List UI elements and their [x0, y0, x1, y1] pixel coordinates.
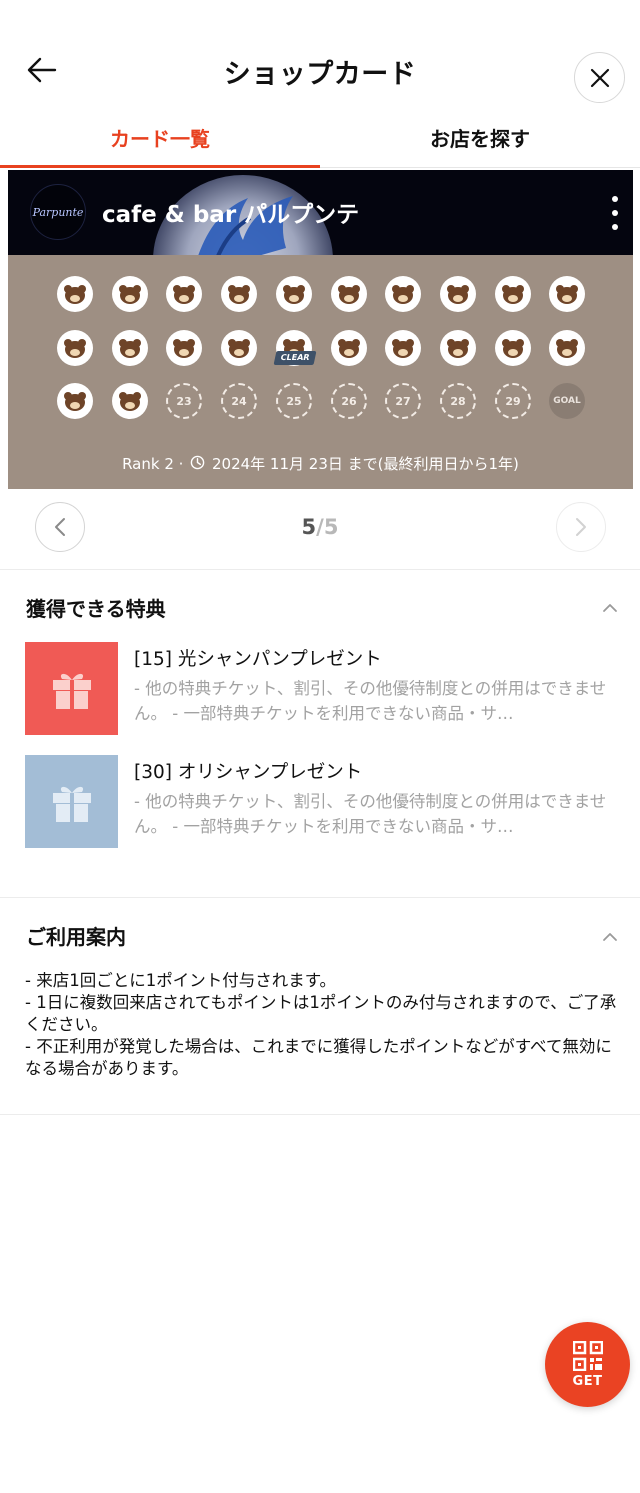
- stamp-filled: [112, 330, 148, 366]
- page-title: ショップカード: [223, 59, 417, 90]
- gift-icon: [52, 673, 91, 709]
- bear-icon: [119, 391, 141, 411]
- page-indicator: 5/5: [0, 515, 640, 539]
- guide-title: ご利用案内: [26, 925, 126, 949]
- get-label: GET: [572, 1373, 603, 1389]
- next-card-button[interactable]: [556, 502, 606, 552]
- rank-label: Rank 2 ·: [122, 455, 184, 473]
- stamp-filled: [549, 276, 585, 312]
- benefit-description: - 他の特典チケット、割引、その他優待制度との併用はできません。 - 一部特典チ…: [134, 792, 607, 836]
- bear-icon: [173, 338, 195, 358]
- bear-icon: [64, 284, 86, 304]
- benefit-item[interactable]: [15] 光シャンパンプレゼント - 他の特典チケット、割引、その他優待制度との…: [25, 642, 615, 735]
- clock-icon: [190, 455, 205, 470]
- stamp-filled: [221, 330, 257, 366]
- stamp-empty: 28: [440, 383, 476, 419]
- bear-icon: [502, 284, 524, 304]
- stamp-filled: [276, 276, 312, 312]
- benefits-title: 獲得できる特典: [26, 597, 166, 621]
- guide-text: - 来店1回ごとに1ポイント付与されます。 - 1日に複数回来店されてもポイント…: [25, 970, 617, 1080]
- stamp-filled: [57, 330, 93, 366]
- tab-card-list[interactable]: カード一覧: [0, 110, 320, 168]
- stamp-empty: 24: [221, 383, 257, 419]
- qr-code-icon: [572, 1340, 603, 1371]
- stamp-filled: [112, 383, 148, 419]
- stamp-filled: [385, 276, 421, 312]
- total-pages: /5: [316, 515, 339, 539]
- bear-icon: [64, 338, 86, 358]
- bear-icon: [338, 284, 360, 304]
- benefit-thumbnail: [25, 755, 118, 848]
- stamp-filled: [166, 330, 202, 366]
- divider: [0, 897, 640, 898]
- bear-icon: [447, 284, 469, 304]
- benefit-item[interactable]: [30] オリシャンプレゼント - 他の特典チケット、割引、その他優待制度との併…: [25, 755, 615, 848]
- shop-card[interactable]: Parpunte cafe & bar パルプンテ 23 24 25 26 27 28 29…: [8, 170, 633, 489]
- bear-icon: [283, 284, 305, 304]
- guide-line: - 不正利用が発覚した場合は、これまでに獲得したポイントなどがすべて無効になる場…: [25, 1037, 612, 1078]
- bear-icon: [338, 338, 360, 358]
- divider: [0, 1114, 640, 1115]
- benefit-title: [15] 光シャンパンプレゼント: [134, 649, 382, 670]
- close-button[interactable]: [574, 52, 625, 103]
- bear-icon: [392, 284, 414, 304]
- stamp-filled: [331, 276, 367, 312]
- clear-badge: CLEAR: [273, 351, 317, 365]
- bear-icon: [447, 338, 469, 358]
- stamp-filled: [57, 276, 93, 312]
- tab-bar: カード一覧 お店を探す: [0, 110, 640, 168]
- stamp-filled: [549, 330, 585, 366]
- stamp-goal: GOAL: [549, 383, 585, 419]
- stamp-empty: 25: [276, 383, 312, 419]
- stamp-filled: [57, 383, 93, 419]
- bear-icon: [64, 391, 86, 411]
- stamp-filled: [495, 330, 531, 366]
- bear-icon: [119, 284, 141, 304]
- stamp-filled: [221, 276, 257, 312]
- stamp-empty: 23: [166, 383, 202, 419]
- stamp-empty: 26: [331, 383, 367, 419]
- stamp-filled: [495, 276, 531, 312]
- bear-icon: [392, 338, 414, 358]
- chevron-up-icon[interactable]: [602, 603, 618, 613]
- stamp-filled: [331, 330, 367, 366]
- stamp-filled: [385, 330, 421, 366]
- expiry-date: 2024年 11月 23日 まで(最終利用日から1年): [211, 455, 519, 473]
- divider: [0, 569, 640, 570]
- app-header: ショップカード: [0, 0, 640, 110]
- chevron-right-icon: [576, 518, 586, 536]
- current-page: 5: [301, 515, 317, 539]
- bear-icon: [119, 338, 141, 358]
- bear-icon: [556, 338, 578, 358]
- bear-icon: [502, 338, 524, 358]
- stamp-filled: [166, 276, 202, 312]
- close-icon: [590, 68, 609, 87]
- benefit-thumbnail: [25, 642, 118, 735]
- bear-icon: [228, 338, 250, 358]
- gift-icon: [52, 786, 91, 822]
- benefit-description: - 他の特典チケット、割引、その他優待制度との併用はできません。 - 一部特典チ…: [134, 679, 607, 723]
- get-stamp-button[interactable]: GET: [545, 1322, 630, 1407]
- rank-expiry: Rank 2 · 2024年 11月 23日 まで(最終利用日から1年): [8, 453, 633, 474]
- benefit-title: [30] オリシャンプレゼント: [134, 762, 363, 783]
- guide-line: - 1日に複数回来店されてもポイントは1ポイントのみ付与されますので、ご了承くだ…: [25, 993, 617, 1034]
- bear-icon: [556, 284, 578, 304]
- card-pager: 5/5: [0, 498, 640, 568]
- bear-icon: [173, 284, 195, 304]
- stamp-empty: 27: [385, 383, 421, 419]
- tab-find-shop[interactable]: お店を探す: [320, 110, 640, 167]
- stamp-filled: [440, 330, 476, 366]
- stamp-filled: [112, 276, 148, 312]
- guide-line: - 来店1回ごとに1ポイント付与されます。: [25, 971, 337, 990]
- stamp-empty: 29: [495, 383, 531, 419]
- bear-icon: [228, 284, 250, 304]
- stamp-grid: 23 24 25 26 27 28 29 GOAL: [8, 170, 633, 489]
- chevron-up-icon[interactable]: [602, 932, 618, 942]
- stamp-filled: [440, 276, 476, 312]
